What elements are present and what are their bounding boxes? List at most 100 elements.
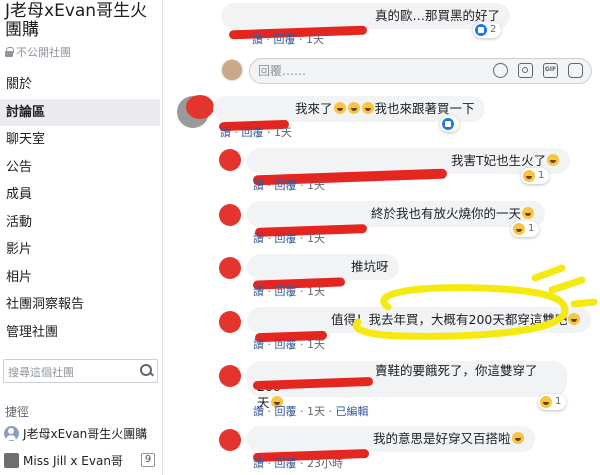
group-photo-icon (4, 452, 19, 468)
comment-actions: 讚 · 回覆 · 1天 (253, 232, 325, 245)
comment-actions: 讚 · 回覆 · 1天 (253, 338, 325, 351)
reaction-count[interactable]: 2 (473, 22, 502, 38)
haha-reaction-icon (513, 223, 525, 235)
rofl-emoji-icon (347, 102, 360, 114)
comment-text: 我的意思是好穿又百搭啦 (372, 431, 511, 446)
group-nav: 關於 討論區 聊天室 公告 成員 活動 影片 相片 社團洞察報告 管理社團 (0, 71, 160, 346)
avatar[interactable] (221, 59, 243, 81)
comment-time[interactable]: 1天 (307, 338, 325, 351)
camera-icon[interactable] (518, 63, 533, 78)
reply-input[interactable]: 回覆…… GIF (249, 58, 592, 84)
comment-actions: 讚 · 回覆 · 1天 (253, 179, 325, 192)
avatar[interactable] (219, 311, 241, 333)
comment-actions: 讚 · 回覆 · 1天 (220, 126, 292, 139)
shortcut-label: J老母xEvan哥生火團購 (23, 426, 148, 441)
comment-time[interactable]: 1天 (307, 285, 325, 298)
comment-text: 推坑呀 (350, 259, 389, 274)
like-link[interactable]: 讚 (253, 405, 264, 418)
reply-link[interactable]: 回覆 (275, 405, 297, 418)
rofl-emoji-icon (361, 102, 374, 114)
sticker-icon[interactable] (568, 63, 583, 78)
composer-tools: GIF (493, 63, 583, 78)
emoji-icon[interactable] (493, 63, 508, 78)
reply-link[interactable]: 回覆 (275, 338, 297, 351)
group-search-input[interactable]: 搜尋這個社團 (3, 359, 158, 383)
comment-text: 我害T妃也生火了 (450, 153, 547, 168)
shortcut-count-badge: 9 (141, 453, 155, 467)
like-link[interactable]: 讚 (253, 232, 264, 245)
comment-bubble: 推坑呀 (247, 254, 399, 290)
comment-bubble: 終於我也有放火燒你的一天 (247, 201, 545, 237)
nav-events[interactable]: 活動 (0, 209, 160, 237)
shortcut-label: Miss Jill x Evan哥 (23, 453, 123, 468)
reaction-count[interactable]: 1 (511, 221, 540, 237)
reply-placeholder: 回覆…… (258, 64, 307, 78)
reaction-count[interactable] (440, 116, 459, 132)
nav-videos[interactable]: 影片 (0, 236, 160, 264)
avatar[interactable] (219, 257, 241, 279)
comment-time[interactable]: 1天 (307, 232, 325, 245)
reply-link[interactable]: 回覆 (275, 179, 297, 192)
comment-time[interactable]: 1天 (307, 405, 325, 418)
like-link[interactable]: 讚 (220, 126, 231, 139)
reply-link[interactable]: 回覆 (274, 33, 296, 46)
gif-icon[interactable]: GIF (543, 63, 558, 78)
haha-reaction-icon (523, 170, 535, 182)
reaction-count[interactable]: 1 (521, 168, 550, 184)
comment-time[interactable]: 1天 (274, 126, 292, 139)
reply-link[interactable]: 回覆 (242, 126, 264, 139)
rofl-emoji-icon (568, 313, 581, 325)
comment-bubble: 賣鞋的要餓死了，你這雙穿了200天 (247, 361, 567, 410)
haha-reaction-icon (540, 396, 552, 408)
search-icon[interactable] (140, 364, 154, 378)
reply-link[interactable]: 回覆 (275, 285, 297, 298)
nav-members[interactable]: 成員 (0, 181, 160, 209)
like-link[interactable]: 讚 (253, 457, 264, 470)
nav-discussion[interactable]: 討論區 (0, 98, 160, 126)
group-privacy: 不公開社團 (5, 44, 71, 60)
comment-time[interactable]: 1天 (307, 179, 325, 192)
comment-text-continued: 我也來跟著買一下 (374, 101, 475, 116)
comment-bubble: 我害T妃也生火了 (247, 148, 571, 186)
nav-insights[interactable]: 社團洞察報告 (0, 291, 160, 319)
avatar-redaction (186, 95, 214, 119)
comment-bubble: 值得！我去年買，大概有200天都穿這雙吧 (247, 307, 592, 343)
avatar[interactable] (219, 429, 241, 451)
avatar[interactable] (219, 365, 241, 387)
nav-chat[interactable]: 聊天室 (0, 126, 160, 154)
search-placeholder: 搜尋這個社團 (8, 366, 74, 379)
comment-bubble: 我的意思是好穿又百搭啦 (247, 426, 535, 463)
group-title[interactable]: J老母xEvan哥生火團購 (5, 2, 160, 40)
nav-about[interactable]: 關於 (0, 71, 160, 99)
comment-bubble: 真的歐…那買黑的好了 (221, 3, 510, 40)
comment-time[interactable]: 1天 (306, 33, 324, 46)
shortcuts-heading: 捷徑 (5, 405, 30, 419)
rofl-emoji-icon (511, 432, 524, 444)
laughing-emoji-icon (547, 154, 560, 166)
group-sidebar: J老母xEvan哥生火團購 不公開社團 關於 討論區 聊天室 公告 成員 活動 … (0, 0, 163, 475)
like-link[interactable]: 讚 (252, 33, 263, 46)
nav-photos[interactable]: 相片 (0, 264, 160, 292)
nav-announcements[interactable]: 公告 (0, 154, 160, 182)
like-link[interactable]: 讚 (253, 285, 264, 298)
avatar[interactable] (219, 204, 241, 226)
privacy-label: 不公開社團 (16, 46, 71, 59)
reply-link[interactable]: 回覆 (275, 457, 297, 470)
comment-feed: 真的歐…那買黑的好了 2 讚 · 回覆 · 1天 回覆…… GIF 我來了 我也來… (163, 0, 600, 475)
reaction-count[interactable]: 1 (538, 394, 567, 410)
avatar[interactable] (219, 149, 241, 171)
comment-text: 終於我也有放火燒你的一天 (370, 206, 521, 221)
laughing-emoji-icon (522, 207, 534, 219)
like-link[interactable]: 讚 (253, 338, 264, 351)
comment-time[interactable]: 23小時 (307, 457, 343, 470)
comment-text: 真的歐…那買黑的好了 (374, 8, 500, 23)
reply-link[interactable]: 回覆 (275, 232, 297, 245)
shortcut-item[interactable]: Miss Jill x Evan哥 (4, 451, 123, 469)
edited-link[interactable]: 已編輯 (336, 405, 369, 418)
shortcut-item[interactable]: J老母xEvan哥生火團購 (4, 424, 147, 442)
comment-actions: 讚 · 回覆 · 1天 (252, 33, 324, 46)
lock-icon (5, 47, 14, 57)
like-reaction-icon (442, 118, 454, 130)
nav-manage-group[interactable]: 管理社團 (0, 319, 160, 347)
like-link[interactable]: 讚 (253, 179, 264, 192)
